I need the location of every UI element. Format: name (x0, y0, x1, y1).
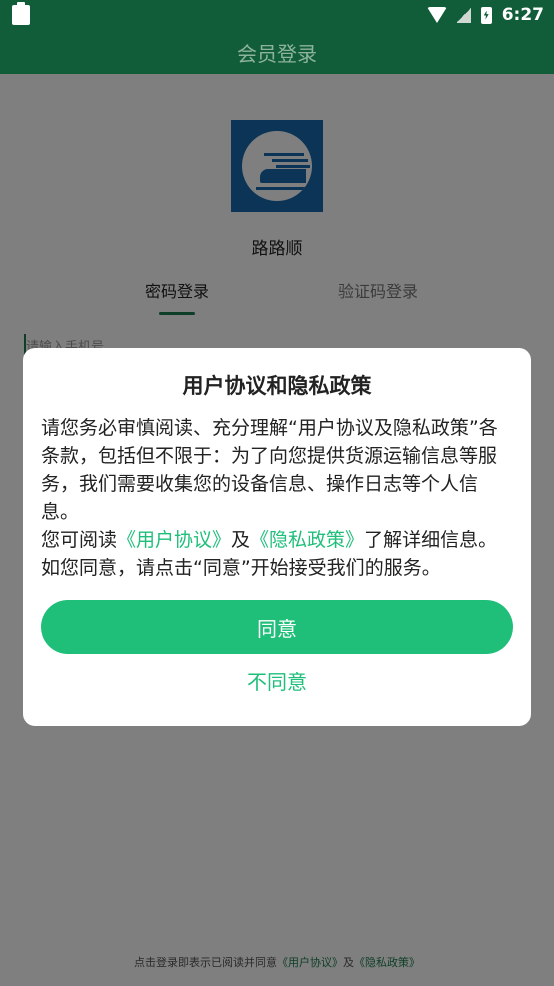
dialog-para2-prefix: 您可阅读 (41, 529, 118, 551)
dialog-paragraph-1: 请您务必审慎阅读、充分理解“用户协议及隐私政策”各条款，包括但不限于：为了向您提… (41, 417, 498, 523)
dialog-body: 请您务必审慎阅读、充分理解“用户协议及隐私政策”各条款，包括但不限于：为了向您提… (41, 414, 513, 582)
battery-icon (480, 6, 492, 24)
privacy-policy-link[interactable]: 《隐私政策》 (250, 529, 364, 551)
status-bar: 6:27 (0, 0, 554, 30)
page-title: 会员登录 (237, 42, 317, 66)
clipboard-icon (12, 2, 30, 25)
status-time: 6:27 (501, 5, 544, 25)
privacy-dialog: 用户协议和隐私政策 请您务必审慎阅读、充分理解“用户协议及隐私政策”各条款，包括… (23, 348, 531, 726)
user-agreement-link[interactable]: 《用户协议》 (117, 529, 231, 551)
status-icons: 6:27 (426, 3, 544, 27)
dialog-para2-and: 及 (231, 529, 251, 551)
app-bar: 会员登录 (0, 30, 554, 74)
dialog-title: 用户协议和隐私政策 (182, 374, 372, 398)
signal-icon (456, 7, 471, 23)
disagree-button[interactable]: 不同意 (23, 666, 531, 695)
dialog-paragraph-2: 您可阅读《用户协议》及《隐私政策》了解详细信息。如您同意，请点击“同意”开始接受… (41, 526, 513, 582)
wifi-icon (426, 7, 447, 23)
agree-button[interactable]: 同意 (41, 600, 513, 654)
